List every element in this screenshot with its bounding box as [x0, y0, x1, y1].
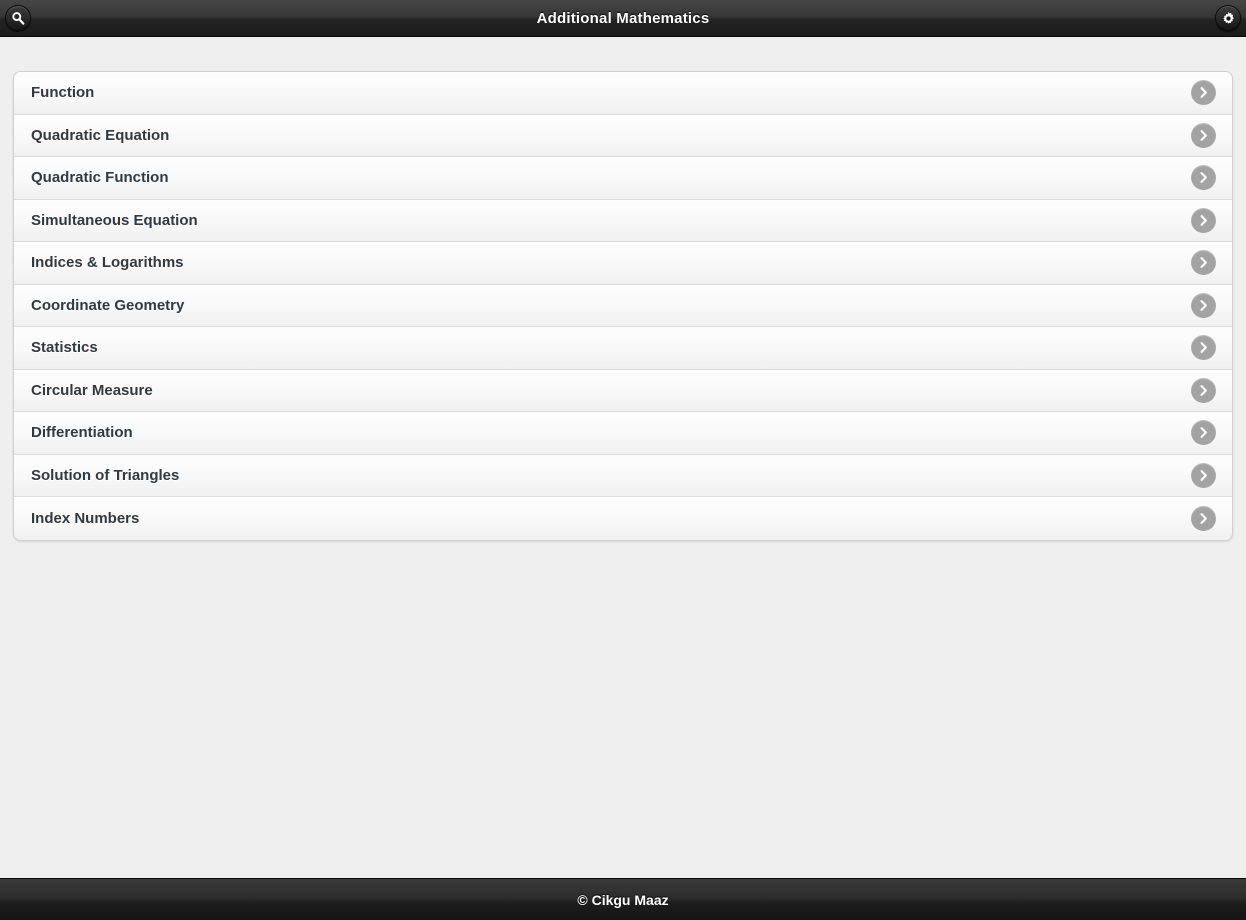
list-item[interactable]: Quadratic Equation	[14, 114, 1232, 157]
chevron-right-icon[interactable]	[1191, 505, 1216, 531]
list-item[interactable]: Function	[14, 72, 1232, 115]
chevron-right-icon[interactable]	[1191, 292, 1216, 318]
topic-list: Function Quadratic Equation Quadratic Func…	[13, 71, 1233, 541]
list-item-label: Quadratic Equation	[31, 126, 170, 144]
list-item-label: Index Numbers	[31, 509, 140, 527]
list-item-label: Indices & Logarithms	[31, 254, 184, 272]
list-item[interactable]: Differentiation	[14, 412, 1232, 455]
list-item[interactable]: Statistics	[14, 327, 1232, 370]
settings-button[interactable]	[1215, 5, 1241, 31]
chevron-right-icon[interactable]	[1191, 80, 1216, 106]
list-item-label: Simultaneous Equation	[31, 211, 198, 229]
list-item-label: Differentiation	[31, 424, 133, 442]
search-icon	[11, 11, 25, 25]
chevron-right-icon[interactable]	[1191, 462, 1216, 488]
copyright-text: © Cikgu Maaz	[577, 891, 669, 908]
list-item[interactable]: Simultaneous Equation	[14, 199, 1232, 242]
chevron-right-icon[interactable]	[1191, 122, 1216, 148]
list-item-label: Quadratic Function	[31, 169, 169, 187]
search-button[interactable]	[5, 5, 31, 31]
list-item[interactable]: Circular Measure	[14, 369, 1232, 412]
chevron-right-icon[interactable]	[1191, 165, 1216, 191]
chevron-right-icon[interactable]	[1191, 335, 1216, 361]
app-header: Additional Mathematics	[0, 0, 1246, 37]
content-area: Function Quadratic Equation Quadratic Func…	[0, 37, 1246, 878]
list-item[interactable]: Quadratic Function	[14, 157, 1232, 200]
list-item-label: Solution of Triangles	[31, 466, 180, 484]
list-item[interactable]: Coordinate Geometry	[14, 284, 1232, 327]
chevron-right-icon[interactable]	[1191, 207, 1216, 233]
chevron-right-icon[interactable]	[1191, 377, 1216, 403]
list-item-label: Coordinate Geometry	[31, 296, 185, 314]
chevron-right-icon[interactable]	[1191, 420, 1216, 446]
chevron-right-icon[interactable]	[1191, 250, 1216, 276]
list-item[interactable]: Indices & Logarithms	[14, 242, 1232, 285]
list-item-label: Statistics	[31, 339, 98, 357]
list-item[interactable]: Index Numbers	[14, 497, 1232, 540]
gear-icon	[1221, 11, 1236, 26]
list-item[interactable]: Solution of Triangles	[14, 454, 1232, 497]
list-item-label: Function	[31, 84, 95, 102]
page-title: Additional Mathematics	[536, 9, 710, 27]
list-item-label: Circular Measure	[31, 381, 153, 399]
app-footer: © Cikgu Maaz	[0, 878, 1246, 920]
